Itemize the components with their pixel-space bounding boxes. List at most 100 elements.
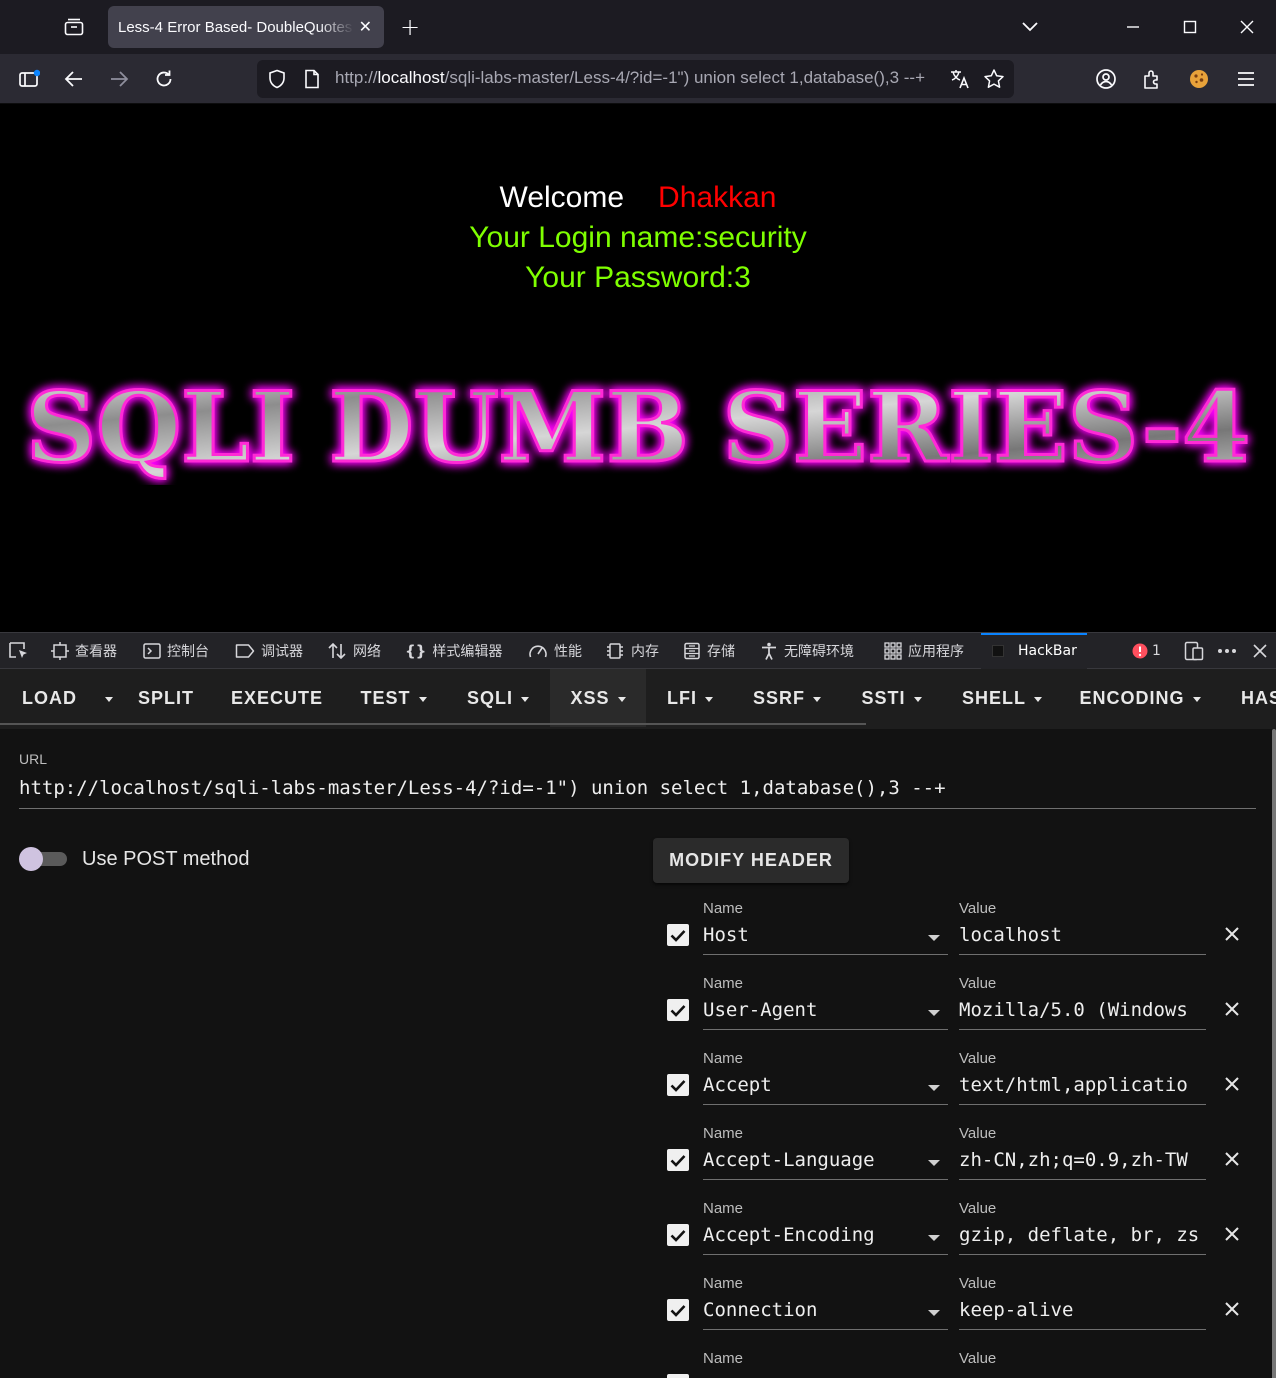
header-value-field[interactable]: text/html,applicatio	[959, 1074, 1206, 1105]
dropdown-arrow-icon[interactable]	[928, 1310, 940, 1316]
ssti-menu[interactable]: SSTI	[840, 669, 943, 727]
header-value-field[interactable]: gzip, deflate, br, zs	[959, 1224, 1206, 1255]
devtools-tab-storage[interactable]: 存储	[683, 641, 735, 661]
more-options-icon[interactable]	[1217, 641, 1237, 661]
menu-icon[interactable]	[1233, 66, 1259, 92]
url-text[interactable]: http://localhost/sqli-labs-master/Less-4…	[335, 68, 939, 90]
header-name-field[interactable]: Connection	[703, 1299, 948, 1330]
devtools-tab-label: 网络	[353, 644, 381, 660]
shield-icon[interactable]	[268, 69, 286, 93]
hackbar-tab-content: HackBar	[992, 641, 1077, 661]
extensions-icon[interactable]	[1139, 66, 1165, 92]
page-content: Welcome Dhakkan Your Login name:security …	[0, 105, 1276, 632]
header-name-field[interactable]: Host	[703, 924, 948, 955]
caret-down-icon	[705, 696, 713, 702]
header-name-field[interactable]: Accept-Language	[703, 1149, 948, 1180]
header-checkbox[interactable]	[667, 1374, 689, 1378]
load-options-button[interactable]	[99, 669, 119, 727]
tab-active[interactable]: Less-4 Error Based- DoubleQuotes ✕	[108, 6, 384, 48]
tab-list-icon[interactable]	[61, 14, 87, 40]
header-checkbox[interactable]	[667, 924, 689, 946]
devtools-tab-performance[interactable]: 性能	[528, 641, 582, 661]
header-checkbox[interactable]	[667, 999, 689, 1021]
delete-header-icon[interactable]	[1222, 1224, 1242, 1244]
header-value-field[interactable]: zh-CN,zh;q=0.9,zh-TW	[959, 1149, 1206, 1180]
new-tab-button[interactable]: +	[397, 13, 423, 41]
close-window-icon[interactable]	[1234, 14, 1260, 40]
devtools-tab-application[interactable]: 应用程序	[884, 641, 964, 661]
toggle-knob	[19, 847, 43, 871]
translate-icon[interactable]	[949, 68, 971, 94]
header-checkbox[interactable]	[667, 1074, 689, 1096]
bookmark-star-icon[interactable]	[983, 68, 1005, 94]
hashing-menu[interactable]: HAS	[1219, 669, 1276, 727]
ssti-menu-label: SSTI	[861, 687, 906, 708]
url-input[interactable]: http://localhost/sqli-labs-master/Less-4…	[19, 777, 1256, 809]
header-row: Name User-Agent Value Mozilla/5.0 (Windo…	[0, 975, 1276, 1050]
header-row: Name Value	[0, 1350, 1276, 1378]
tab-close-icon[interactable]: ✕	[359, 17, 372, 36]
header-value-field[interactable]: Mozilla/5.0 (Windows	[959, 999, 1206, 1030]
extension-cookie-icon[interactable]	[1186, 66, 1212, 92]
maximize-icon[interactable]	[1177, 14, 1203, 40]
delete-header-icon[interactable]	[1222, 1149, 1242, 1169]
delete-header-icon[interactable]	[1222, 924, 1242, 944]
devtools-tab-network[interactable]: 网络	[327, 641, 381, 661]
application-icon	[884, 642, 902, 660]
header-checkbox[interactable]	[667, 1149, 689, 1171]
forward-icon[interactable]	[106, 66, 132, 92]
lfi-menu[interactable]: LFI	[646, 669, 734, 727]
dropdown-arrow-icon[interactable]	[928, 1235, 940, 1241]
devtools-tab-style-editor[interactable]: {} 样式编辑器	[405, 641, 502, 661]
page-info-icon[interactable]	[304, 69, 320, 93]
dropdown-arrow-icon[interactable]	[928, 1160, 940, 1166]
scrollbar-thumb[interactable]	[1272, 729, 1276, 1378]
url-bar[interactable]: http://localhost/sqli-labs-master/Less-4…	[257, 60, 1014, 98]
shell-menu[interactable]: SHELL	[943, 669, 1061, 727]
header-value-field[interactable]: localhost	[959, 924, 1206, 955]
hackbar-icon	[992, 645, 1004, 657]
error-count-badge[interactable]: 1	[1132, 641, 1161, 661]
encoding-menu[interactable]: ENCODING	[1061, 669, 1219, 727]
devtools-tab-memory[interactable]: 内存	[605, 641, 659, 661]
back-icon[interactable]	[61, 66, 87, 92]
devtools-tab-debugger[interactable]: 调试器	[235, 641, 303, 661]
devtools-tab-hackbar[interactable]: HackBar	[981, 633, 1087, 669]
minimize-icon[interactable]	[1120, 14, 1146, 40]
dropdown-arrow-icon[interactable]	[928, 1085, 940, 1091]
storage-icon	[684, 642, 700, 660]
header-value-field[interactable]: keep-alive	[959, 1299, 1206, 1330]
dropdown-arrow-icon[interactable]	[928, 1010, 940, 1016]
devtools-tab-accessibility[interactable]: 无障碍环境	[760, 641, 854, 661]
header-checkbox[interactable]	[667, 1299, 689, 1321]
chevron-down-icon[interactable]	[1017, 14, 1043, 40]
devtools-tab-console[interactable]: 控制台	[143, 641, 209, 661]
caret-down-icon	[813, 696, 821, 702]
modify-header-button[interactable]: MODIFY HEADER	[653, 838, 849, 883]
devtools-tab-inspector[interactable]: 查看器	[51, 641, 117, 661]
sidebar-icon[interactable]	[16, 66, 42, 92]
responsive-design-icon[interactable]	[1184, 641, 1204, 661]
split-button[interactable]: SPLIT	[119, 669, 213, 727]
header-name-field[interactable]: Accept-Encoding	[703, 1224, 948, 1255]
post-method-toggle[interactable]	[19, 846, 67, 872]
sqli-menu[interactable]: SQLI	[446, 669, 550, 727]
execute-button[interactable]: EXECUTE	[213, 669, 341, 727]
delete-header-icon[interactable]	[1222, 1074, 1242, 1094]
header-name-field[interactable]: User-Agent	[703, 999, 948, 1030]
close-devtools-icon[interactable]	[1252, 641, 1268, 661]
header-name-field[interactable]: Accept	[703, 1074, 948, 1105]
reload-icon[interactable]	[151, 66, 177, 92]
devtools-toolbar: 查看器 控制台 调试器 网络 {} 样式编辑器 性能 内存 存储 无障碍环境 应…	[0, 632, 1276, 669]
welcome-text: Welcome	[499, 181, 625, 214]
load-button[interactable]: LOAD	[0, 669, 99, 727]
dropdown-arrow-icon[interactable]	[928, 935, 940, 941]
xss-menu[interactable]: XSS	[550, 669, 646, 727]
element-picker-icon[interactable]	[8, 641, 30, 661]
ssrf-menu[interactable]: SSRF	[734, 669, 840, 727]
header-checkbox[interactable]	[667, 1224, 689, 1246]
delete-header-icon[interactable]	[1222, 999, 1242, 1019]
test-menu[interactable]: TEST	[341, 669, 446, 727]
account-icon[interactable]	[1093, 66, 1119, 92]
delete-header-icon[interactable]	[1222, 1299, 1242, 1319]
